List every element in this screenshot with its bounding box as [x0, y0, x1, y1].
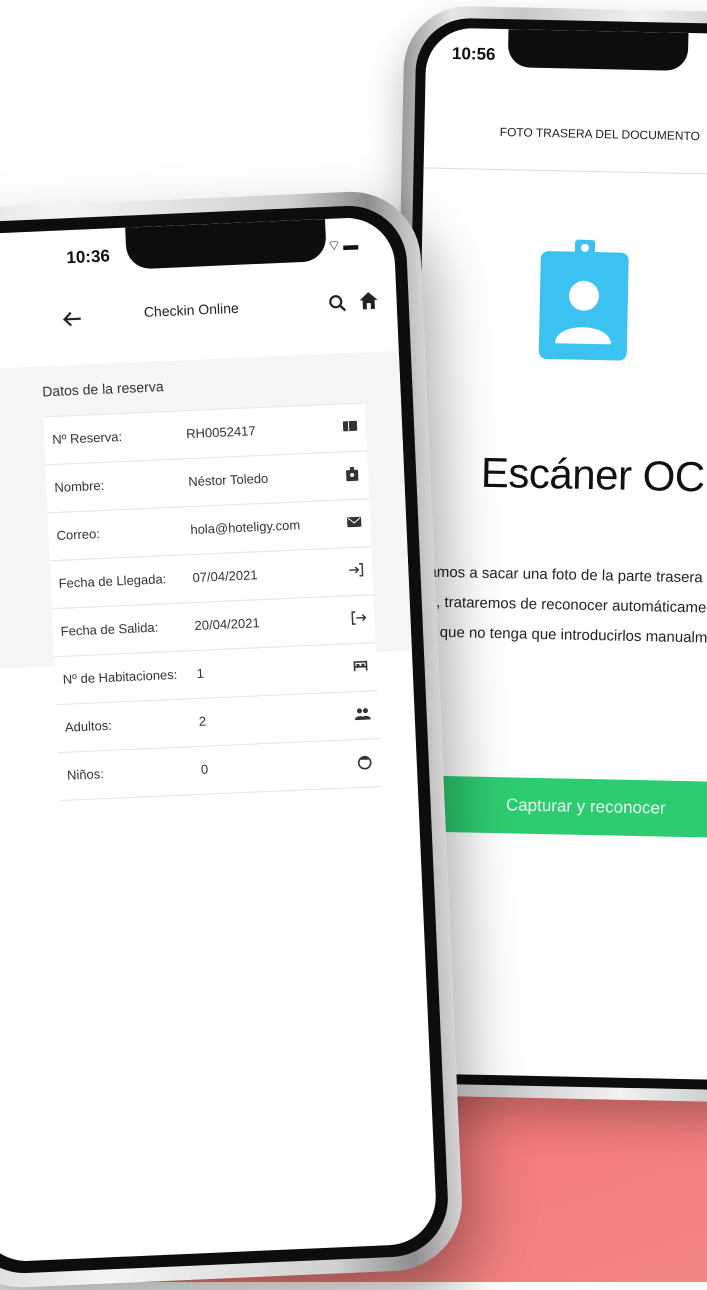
row-label: Niños: — [66, 766, 105, 783]
notch — [507, 29, 689, 71]
ocr-title: Escáner OCR — [480, 448, 707, 501]
reservation-list: Nº Reserva: RH0052417 Nombre: Néstor Tol… — [43, 402, 382, 802]
child-icon — [357, 755, 372, 770]
row-label: Fecha de Salida: — [60, 619, 159, 639]
arrow-left-icon[interactable] — [59, 306, 86, 333]
ticket-icon — [342, 420, 358, 432]
logout-icon — [351, 611, 367, 625]
id-badge-icon — [538, 239, 629, 361]
row-value: 0 — [200, 761, 209, 777]
login-icon — [349, 562, 364, 577]
battery-icon: ▬ — [342, 236, 361, 255]
row-value: 1 — [196, 665, 205, 681]
row-label: Correo: — [56, 526, 101, 543]
status-icons: ⌔▬ — [327, 235, 361, 255]
back-phone-screen: 10:56 ⌔▬ FOTO TRASERA DEL DOCUMENTO Escá… — [404, 27, 707, 1081]
row-value: 20/04/2021 — [194, 615, 260, 634]
person-badge-icon — [346, 466, 359, 482]
bed-icon — [353, 660, 368, 672]
appbar-title: Checkin Online — [143, 299, 240, 320]
front-phone: 10:36 ⌔▬ Checkin Online Datos de la rese… — [0, 188, 465, 1290]
row-label: Adultos: — [64, 717, 113, 735]
front-phone-screen: 10:36 ⌔▬ Checkin Online Datos de la rese… — [0, 215, 438, 1263]
page-title: FOTO TRASERA DEL DOCUMENTO — [423, 105, 707, 176]
row-label: Nombre: — [54, 477, 105, 496]
ocr-description: ora vamos a sacar una foto de la parte t… — [405, 557, 707, 655]
wifi-icon: ⌔ — [326, 237, 344, 255]
capture-button[interactable]: Capturar y reconocer — [409, 775, 707, 839]
row-label: Nº de Habitaciones: — [62, 666, 178, 687]
people-icon — [354, 708, 371, 721]
row-label: Fecha de Llegada: — [58, 571, 167, 591]
description-line: s para que no tenga que introducirlos ma… — [405, 623, 707, 648]
status-time: 10:36 — [66, 246, 111, 268]
home-icon[interactable] — [356, 289, 381, 314]
row-label: Nº Reserva: — [52, 429, 123, 448]
row-value: Néstor Toledo — [187, 470, 269, 490]
row-value: 07/04/2021 — [192, 567, 258, 586]
status-time: 10:56 — [451, 43, 496, 64]
row-value: 2 — [198, 713, 207, 729]
search-icon[interactable] — [326, 292, 349, 315]
notch — [125, 218, 327, 270]
row-value: RH0052417 — [185, 423, 256, 442]
app-bar: Checkin Online — [0, 280, 398, 352]
row-value: hola@hoteligy.com — [190, 517, 301, 538]
mail-icon — [347, 516, 362, 528]
